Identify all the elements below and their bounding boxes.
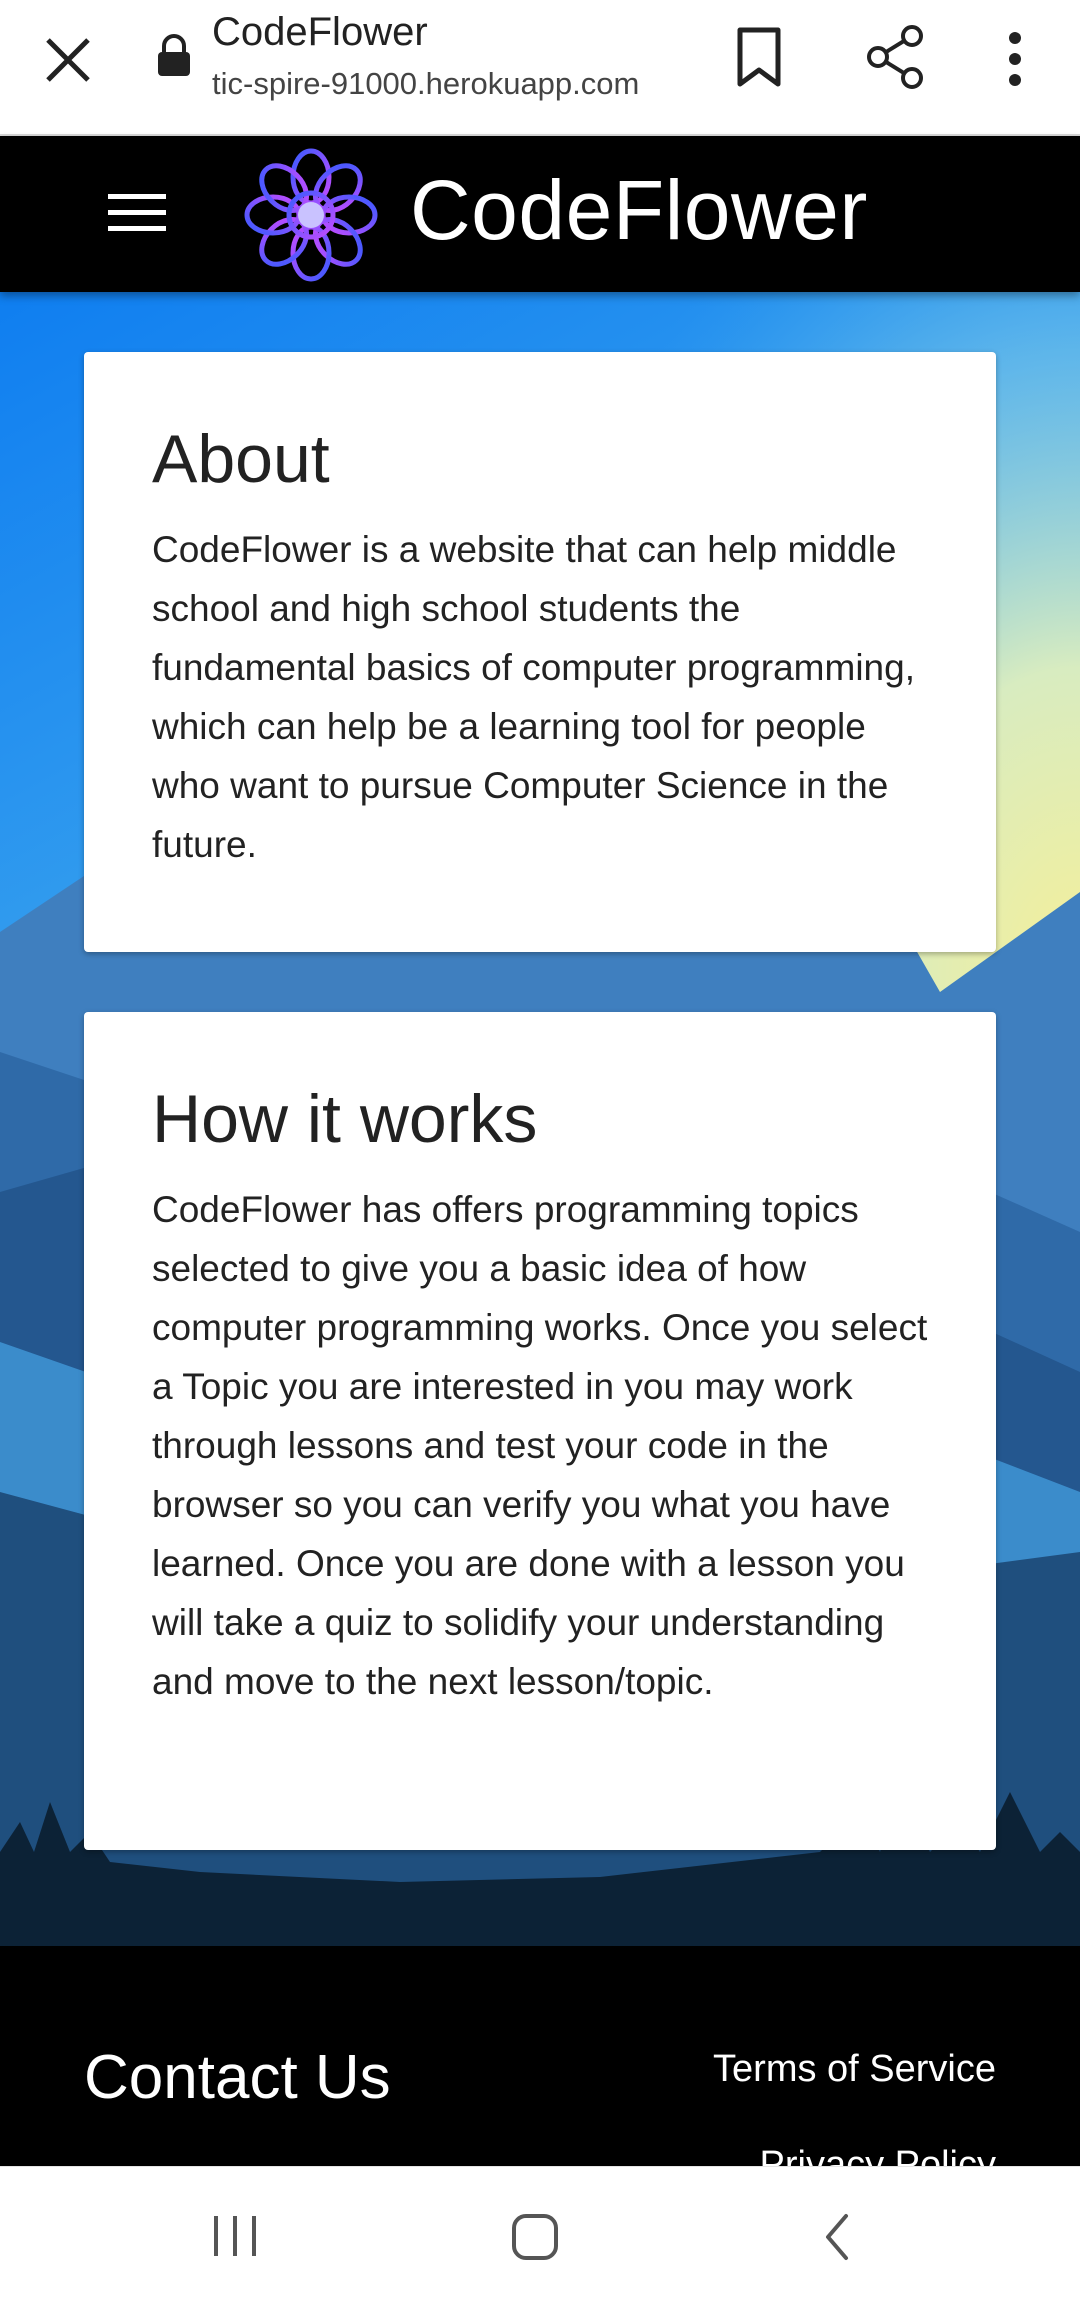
close-icon[interactable] [38, 30, 98, 90]
recent-apps-icon[interactable] [212, 2214, 258, 2258]
site-title[interactable]: CodeFlower [410, 162, 868, 259]
flower-logo-icon[interactable] [244, 148, 378, 282]
lock-icon [158, 34, 190, 76]
how-it-works-heading: How it works [152, 1081, 538, 1157]
share-icon[interactable] [862, 22, 928, 92]
more-vert-icon[interactable] [998, 26, 1032, 92]
about-body: CodeFlower is a website that can help mi… [152, 529, 915, 865]
browser-page-title: CodeFlower [212, 10, 428, 54]
bookmark-icon[interactable] [728, 24, 790, 90]
how-it-works-body: CodeFlower has offers programming topics… [152, 1189, 928, 1702]
about-card: About CodeFlower is a website that can h… [84, 352, 996, 952]
terms-of-service-link[interactable]: Terms of Service [713, 2048, 996, 2091]
how-it-works-card: How it works CodeFlower has offers progr… [84, 1012, 996, 1850]
hamburger-menu-icon[interactable] [108, 192, 166, 232]
about-heading: About [152, 421, 330, 497]
back-icon[interactable] [822, 2212, 852, 2262]
contact-heading: Contact Us [84, 2043, 391, 2112]
home-icon[interactable] [510, 2212, 560, 2262]
browser-url[interactable]: tic-spire-91000.herokuapp.com [212, 66, 639, 102]
